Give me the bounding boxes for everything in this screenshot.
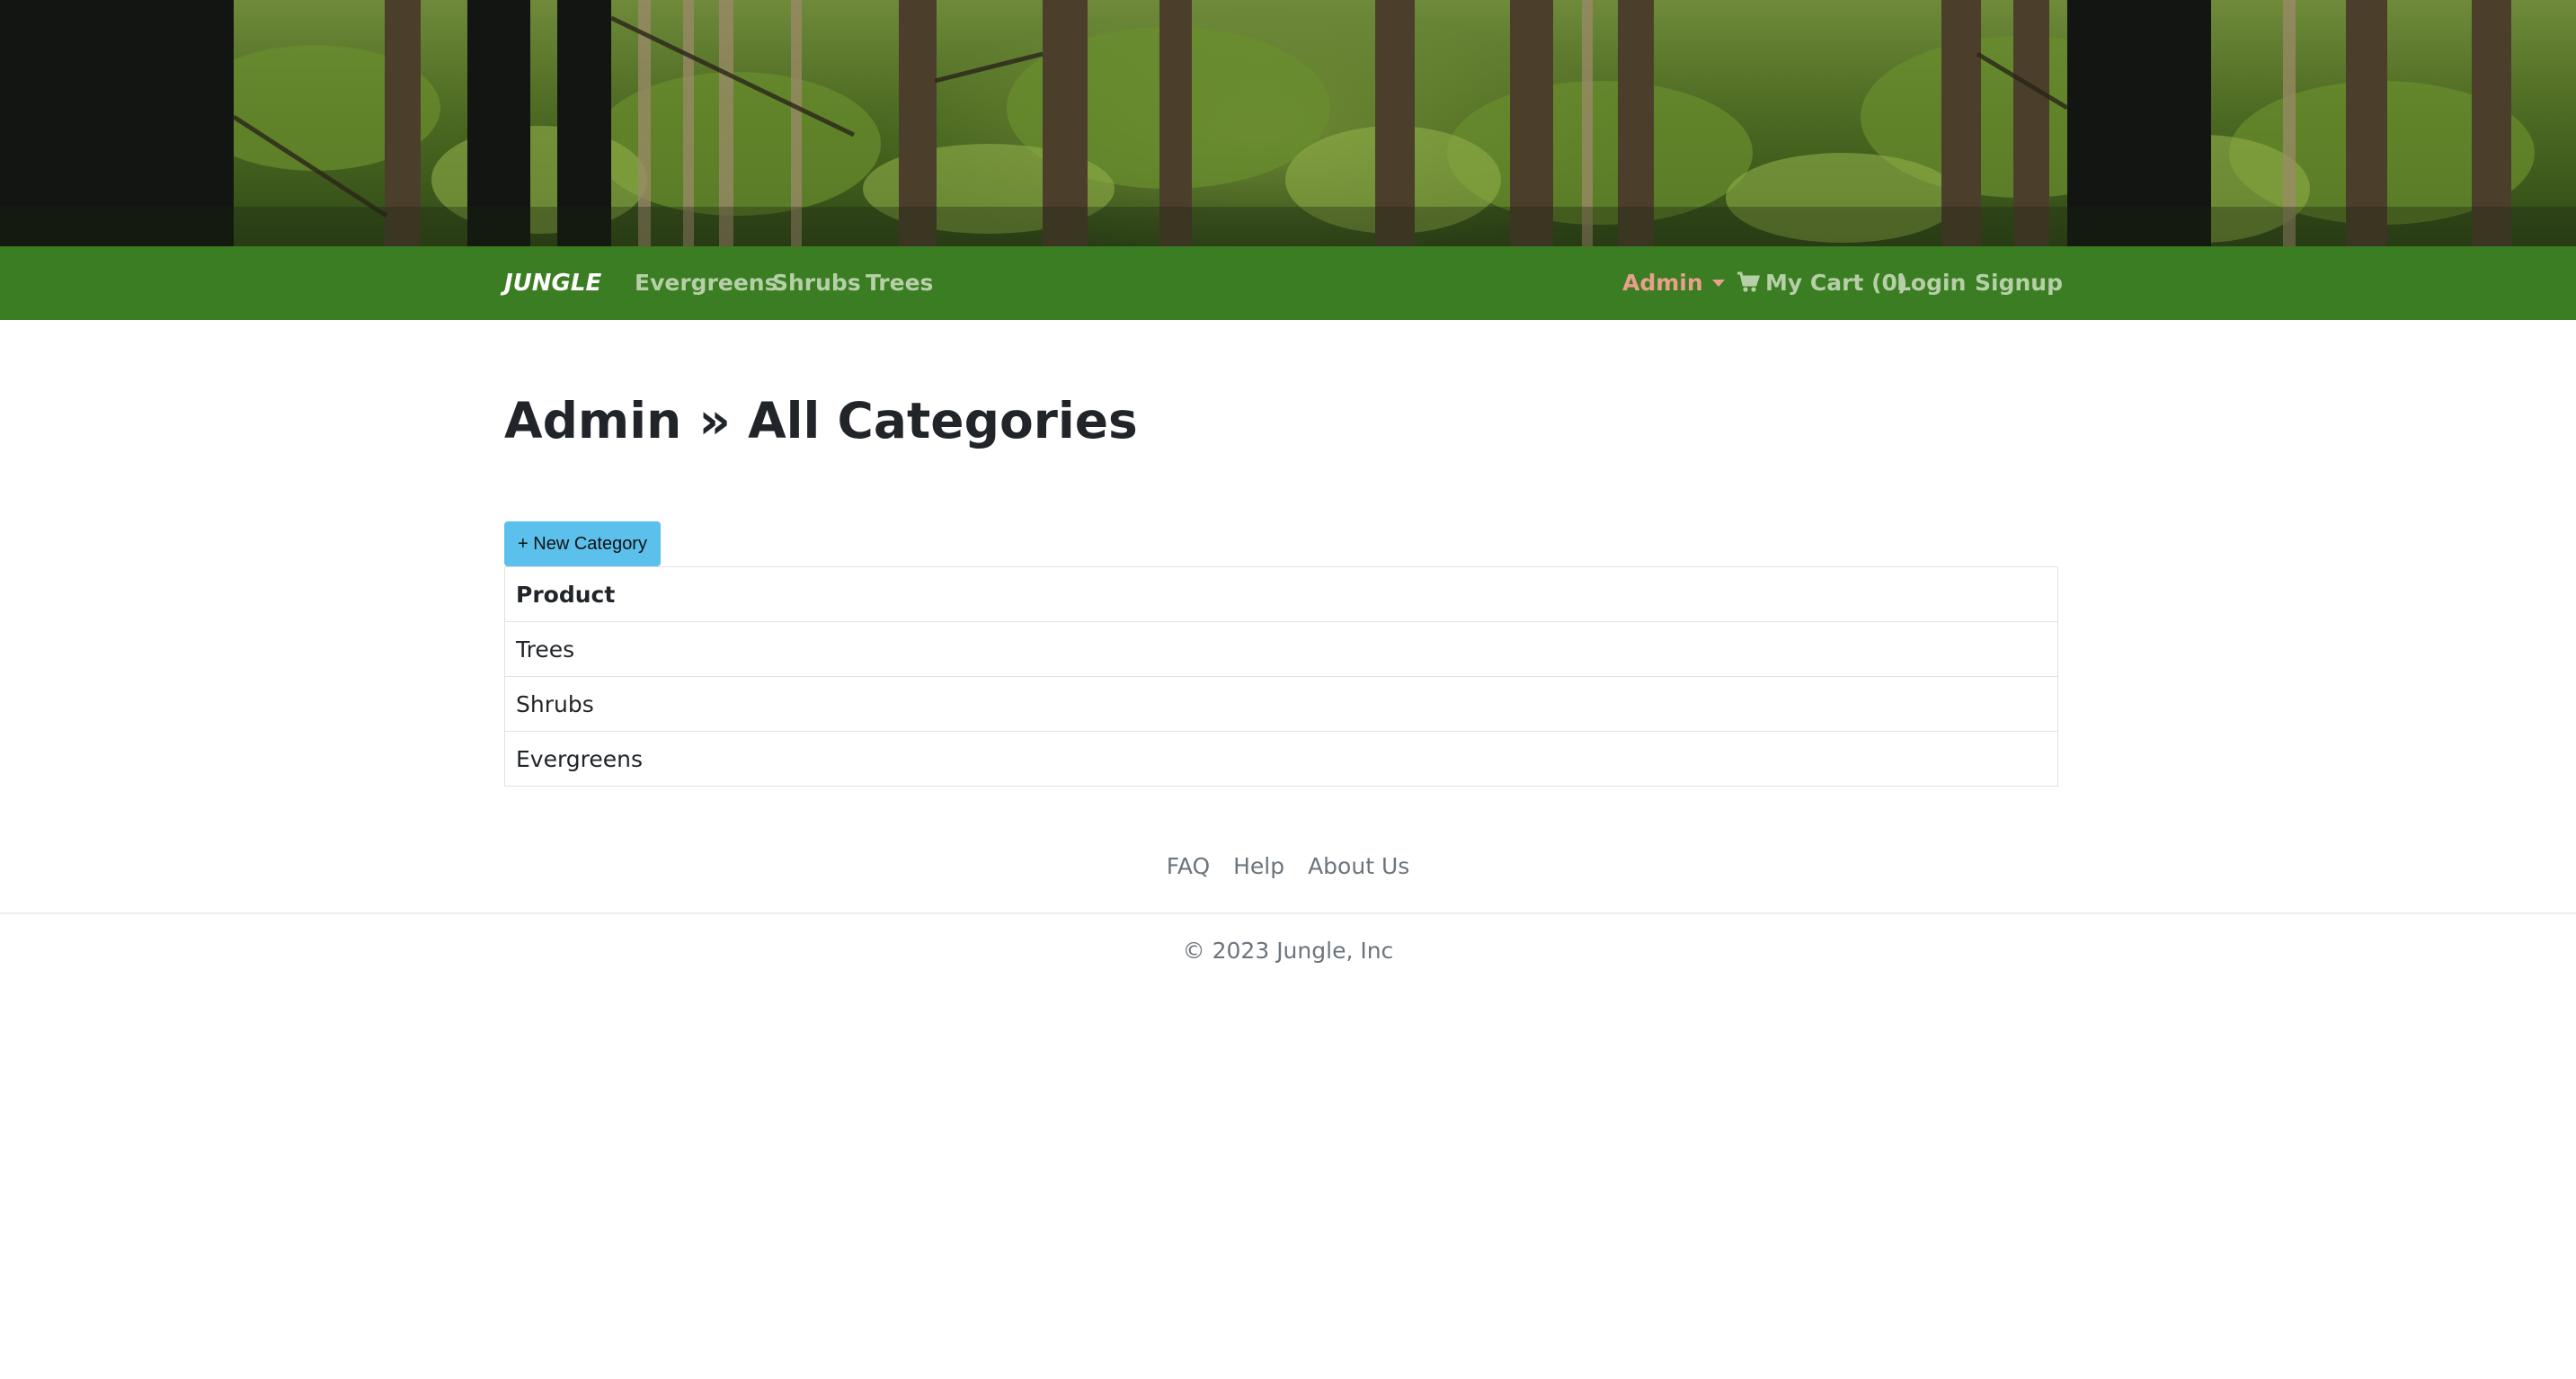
page-title: Admin » All Categories: [504, 392, 1138, 449]
nav-link-evergreens[interactable]: Evergreens: [635, 266, 777, 300]
top-navbar: [0, 246, 2576, 320]
footer-link-faq[interactable]: FAQ: [1167, 853, 1210, 879]
forest-banner-image: [0, 0, 2576, 246]
footer-link-help[interactable]: Help: [1233, 853, 1284, 879]
nav-link-trees[interactable]: Trees: [866, 266, 933, 300]
column-header-product: Product: [504, 566, 2058, 622]
caret-down-icon: [1711, 280, 1725, 287]
forest-illustration: [0, 0, 2576, 246]
brand-logo[interactable]: JUNGLE: [504, 266, 601, 300]
admin-dropdown-toggle[interactable]: Admin: [1622, 266, 1725, 300]
table-row: Trees: [504, 621, 2058, 677]
footer-link-about-us[interactable]: About Us: [1308, 853, 1409, 879]
login-link[interactable]: Login: [1896, 266, 1966, 300]
table-row: Evergreens: [504, 731, 2058, 787]
category-cell: Trees: [504, 621, 2058, 677]
admin-label: Admin: [1622, 270, 1703, 296]
new-category-button[interactable]: + New Category: [504, 521, 661, 566]
nav-link-shrubs[interactable]: Shrubs: [772, 266, 861, 300]
shopping-cart-icon: [1737, 269, 1761, 303]
category-cell: Shrubs: [504, 676, 2058, 732]
footer-links: FAQ Help About Us: [0, 849, 2576, 885]
footer-divider: [0, 912, 2576, 914]
copyright-text: © 2023 Jungle, Inc: [1182, 938, 1394, 964]
cart-label: My Cart (0): [1765, 270, 1908, 296]
category-cell: Evergreens: [504, 731, 2058, 787]
table-header-row: Product: [504, 566, 2058, 622]
signup-link[interactable]: Signup: [1975, 266, 2063, 300]
table-row: Shrubs: [504, 676, 2058, 732]
cart-link[interactable]: My Cart (0): [1737, 266, 1907, 300]
categories-table: Product Trees Shrubs Evergreens: [504, 566, 2058, 787]
